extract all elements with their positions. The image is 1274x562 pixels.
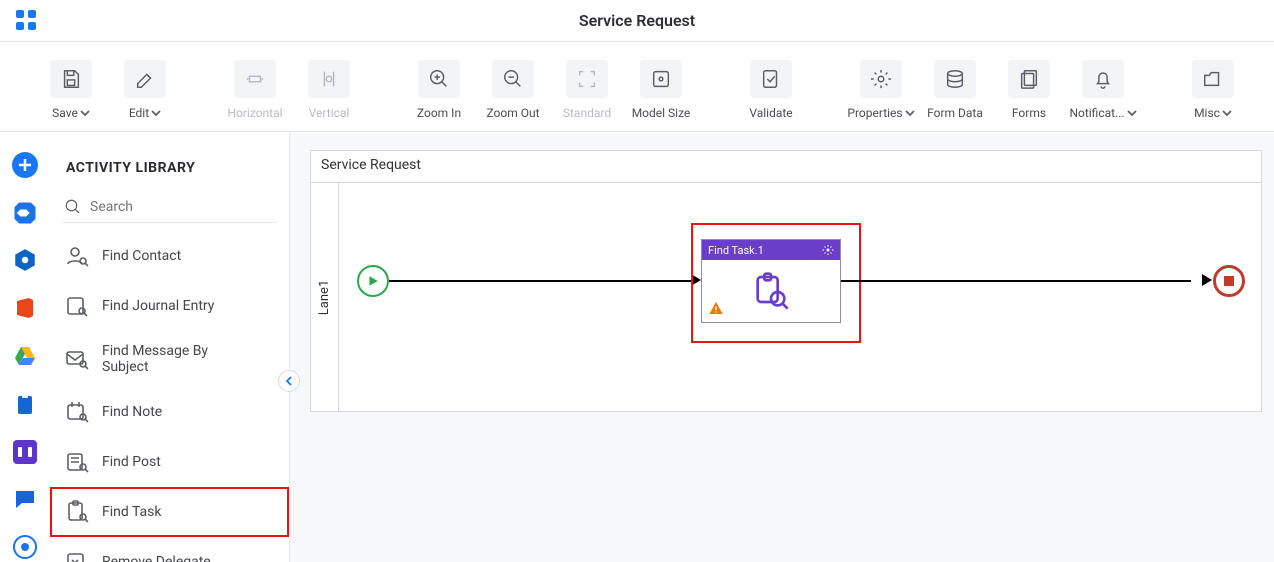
activity-label: Find Note [102,404,162,420]
activity-label: Find Post [102,454,161,470]
task-titlebar[interactable]: Find Task.1 [702,240,840,260]
notifications-button[interactable]: Notificat... [1072,60,1134,120]
activity-remove-delegate[interactable]: Remove Delegate [50,537,289,562]
save-button[interactable]: Save [40,60,102,120]
rail-add[interactable] [8,150,42,180]
process-canvas[interactable]: Service Request Lane1 Find Task.1 [310,150,1262,412]
edit-label: Edit [129,106,149,120]
start-event-node[interactable] [357,265,389,297]
notif-label: Notificat... [1069,106,1124,120]
activity-find-contact[interactable]: Find Contact [50,231,289,281]
stop-icon [1224,276,1234,286]
search-icon [64,198,82,216]
forms-label: Forms [1012,106,1046,120]
contact-search-icon [64,243,90,269]
task-node[interactable]: Find Task.1 [701,239,841,323]
fd-label: Form Data [927,106,983,120]
task-search-icon [64,499,90,525]
gear-icon[interactable] [822,244,834,256]
zo-label: Zoom Out [486,106,539,120]
misc-label: Misc [1194,106,1220,120]
app-header: Service Request [0,0,1274,42]
val-label: Validate [749,106,792,120]
connector-rail [0,132,50,562]
properties-button[interactable]: Properties [850,60,912,120]
collapse-sidepanel-button[interactable] [278,370,300,392]
edit-button[interactable]: Edit [114,60,176,120]
page-title: Service Request [579,11,695,30]
activity-find-journal[interactable]: Find Journal Entry [50,281,289,331]
rail-more[interactable] [8,532,42,562]
activity-find-note[interactable]: Find Note [50,387,289,437]
zoom-out-button[interactable]: Zoom Out [482,60,544,120]
journal-search-icon [64,293,90,319]
toolbar: Save Edit Horizontal Vertical Zoom In Zo… [0,42,1274,132]
save-label: Save [52,106,78,120]
zoom-modelsize-button[interactable]: Model Size [630,60,692,120]
note-search-icon [64,399,90,425]
activity-label: Find Journal Entry [102,298,214,314]
rail-exchange[interactable] [8,198,42,228]
post-search-icon [64,449,90,475]
activity-search[interactable] [62,192,277,223]
pool-header[interactable]: Service Request [311,151,1261,183]
activity-find-message[interactable]: Find Message By Subject [50,331,289,387]
mail-search-icon [64,346,90,372]
activity-label: Find Message By Subject [102,343,252,375]
task-node-selection: Find Task.1 [691,223,861,343]
prop-label: Properties [847,106,902,120]
std-label: Standard [563,106,611,120]
activity-find-post[interactable]: Find Post [50,437,289,487]
align-horizontal-button[interactable]: Horizontal [224,60,286,120]
activity-label: Remove Delegate [102,554,211,562]
zoom-standard-button[interactable]: Standard [556,60,618,120]
misc-button[interactable]: Misc [1182,60,1244,120]
activity-library-title: ACTIVITY LIBRARY [50,132,289,188]
validate-button[interactable]: Validate [740,60,802,120]
remove-delegate-icon [64,549,90,562]
formdata-button[interactable]: Form Data [924,60,986,120]
zi-label: Zoom In [417,106,461,120]
rail-clipboard[interactable] [8,389,42,419]
activity-search-input[interactable] [90,199,275,215]
rail-drive[interactable] [8,341,42,371]
h-label: Horizontal [227,106,282,120]
rail-box[interactable] [8,246,42,276]
arrowhead-icon [1202,274,1212,286]
play-icon [367,275,379,287]
forms-button[interactable]: Forms [998,60,1060,120]
task-search-icon [751,272,791,312]
lane[interactable]: Lane1 Find Task.1 [311,183,1261,411]
activity-label: Find Contact [102,248,181,264]
align-vertical-button[interactable]: Vertical [298,60,360,120]
app-logo[interactable] [12,6,40,34]
lane-label-box[interactable]: Lane1 [311,183,339,411]
task-title-label: Find Task.1 [708,244,764,257]
activity-label: Find Task [102,504,162,520]
v-label: Vertical [309,106,350,120]
sequence-flow[interactable] [841,280,1191,282]
rail-grid[interactable] [8,437,42,467]
warning-icon [708,300,724,320]
zoom-in-button[interactable]: Zoom In [408,60,470,120]
sequence-flow[interactable] [389,280,697,282]
rail-office[interactable] [8,293,42,323]
activity-library-panel: ACTIVITY LIBRARY Find Contact Find Journ… [50,132,290,562]
lane-label: Lane1 [317,279,332,314]
rail-chat[interactable] [8,484,42,514]
end-event-node[interactable] [1213,265,1245,297]
ms-label: Model Size [632,106,691,120]
activity-find-task[interactable]: Find Task [50,487,289,537]
activity-list: Find Contact Find Journal Entry Find Mes… [50,227,289,562]
